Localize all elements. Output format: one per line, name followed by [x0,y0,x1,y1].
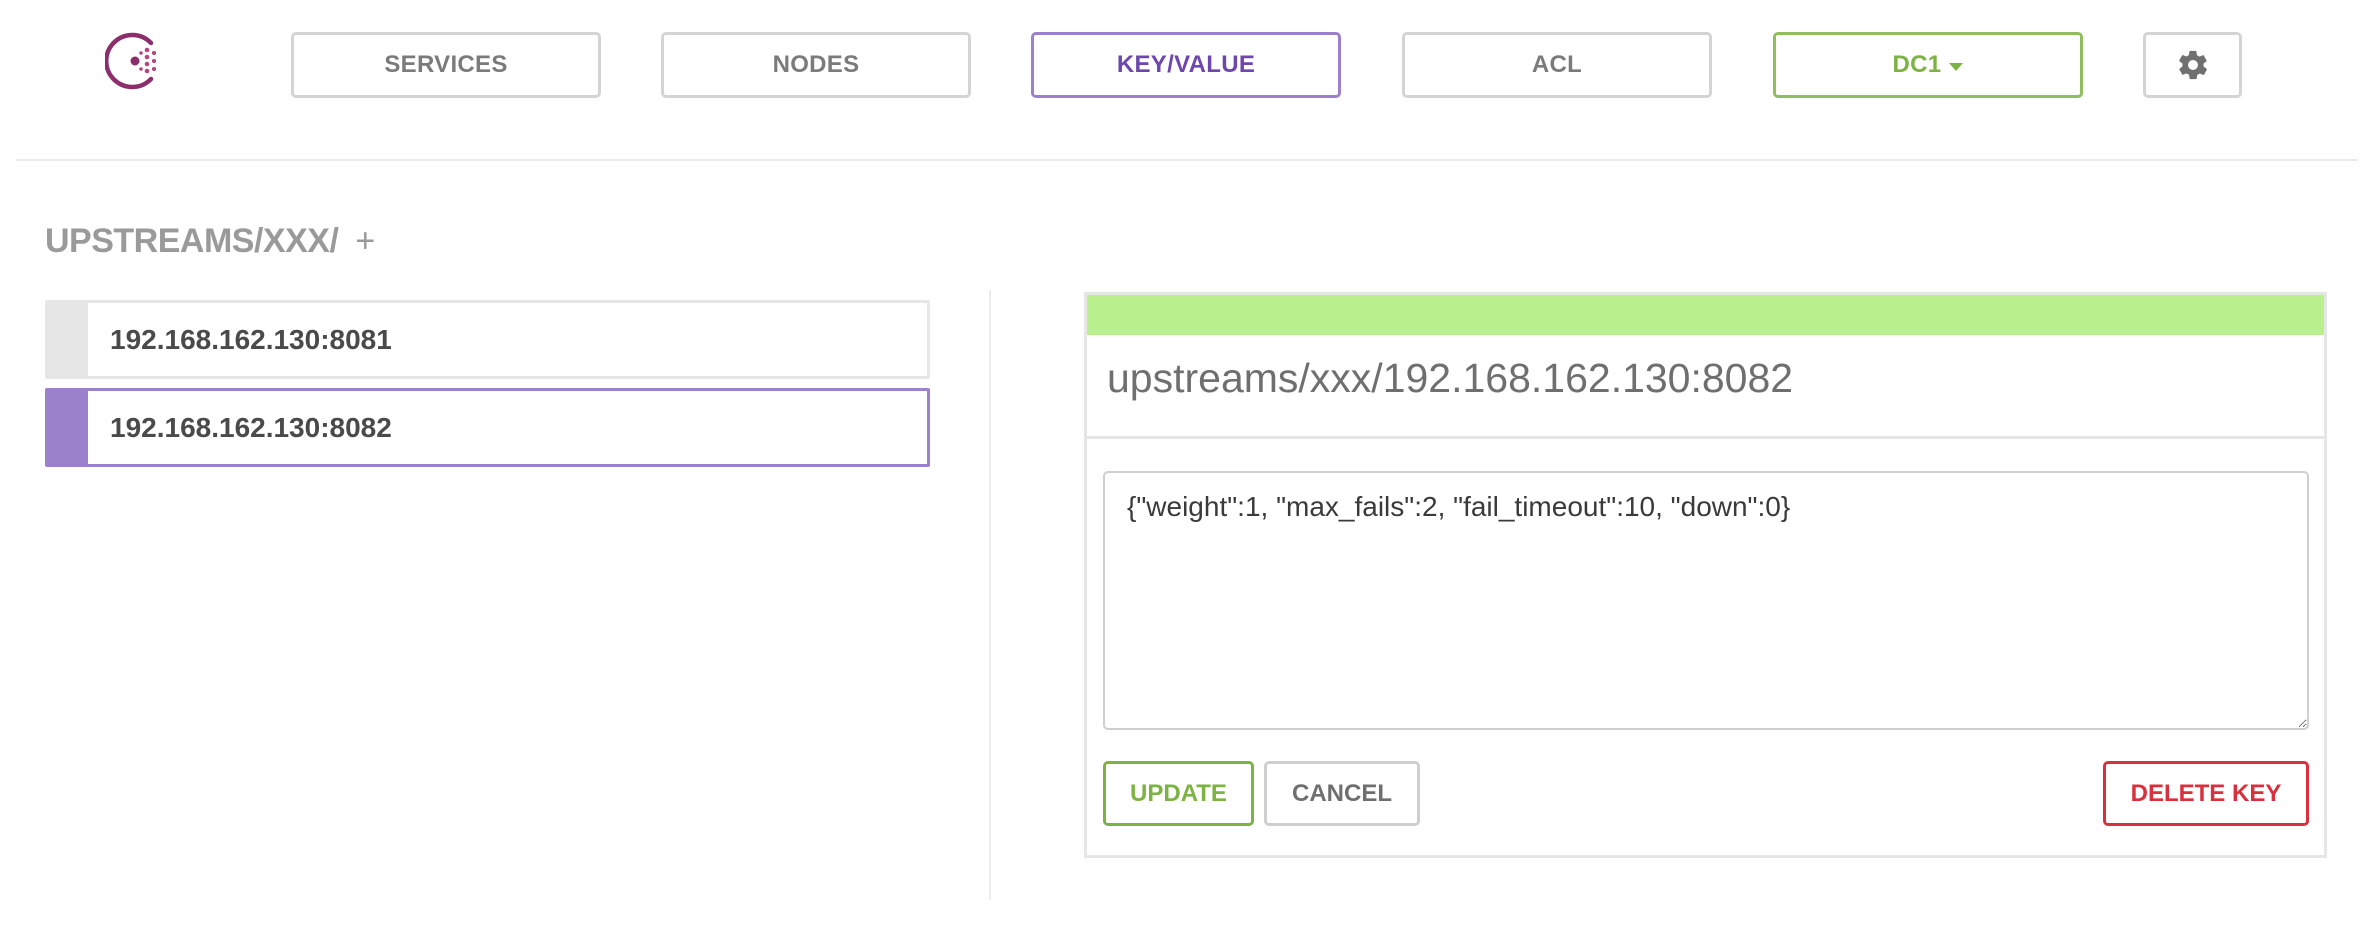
header-divider [16,159,2358,161]
add-key-button[interactable]: + [355,222,375,260]
settings-button[interactable] [2143,32,2242,98]
datacenter-label: DC1 [1892,51,1942,78]
nav-key-value-button[interactable]: KEY/VALUE [1031,32,1341,98]
key-list-item[interactable]: 192.168.162.130:8081 [45,300,930,379]
status-bar [1087,295,2324,335]
delete-key-button[interactable]: DELETE KEY [2103,761,2309,826]
breadcrumb-path[interactable]: UPSTREAMS/XXX/ [45,222,339,260]
breadcrumb: UPSTREAMS/XXX/ + [45,222,375,261]
key-title: upstreams/xxx/192.168.162.130:8082 [1107,355,1794,401]
cancel-button[interactable]: CANCEL [1264,761,1420,826]
key-item-label: 192.168.162.130:8082 [110,411,392,443]
key-value-textarea[interactable]: {"weight":1, "max_fails":2, "fail_timeou… [1103,471,2309,730]
nav-services-button[interactable]: SERVICES [291,32,601,98]
column-divider [989,290,991,900]
nav-acl-button[interactable]: ACL [1402,32,1712,98]
key-item-stripe [48,391,88,464]
consul-logo-icon[interactable] [105,31,165,91]
key-list-item-selected[interactable]: 192.168.162.130:8082 [45,388,930,467]
datacenter-dropdown[interactable]: DC1 [1773,32,2083,98]
key-item-stripe [48,303,88,376]
nav-nodes-button[interactable]: NODES [661,32,971,98]
top-navigation: SERVICES NODES KEY/VALUE ACL DC1 [0,0,2374,140]
update-button[interactable]: UPDATE [1103,761,1254,826]
panel-divider [1087,436,2324,439]
key-editor-panel: upstreams/xxx/192.168.162.130:8082 {"wei… [1084,292,2327,858]
gear-icon [2178,50,2207,80]
caret-down-icon [1949,62,1964,71]
key-item-label: 192.168.162.130:8081 [110,323,392,355]
